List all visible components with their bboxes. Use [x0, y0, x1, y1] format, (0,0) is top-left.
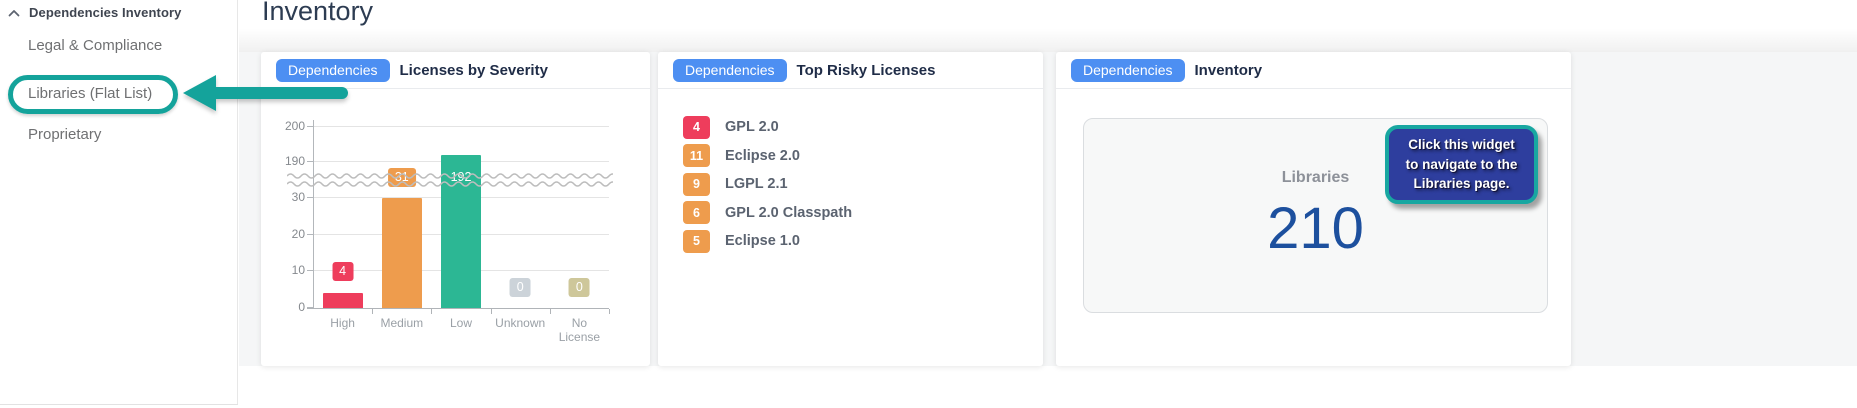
app-root: Dependencies Inventory Legal & Complianc… [0, 0, 1857, 408]
libraries-count-value: 210 [1084, 199, 1547, 260]
sidebar-item-libraries-flat-list[interactable]: Libraries (Flat List) [28, 85, 152, 105]
x-tick [372, 309, 373, 314]
x-tick [431, 309, 432, 314]
x-axis-label: Medium [372, 316, 432, 330]
bar-medium[interactable] [382, 198, 422, 308]
license-count-badge: 4 [683, 116, 710, 139]
license-row[interactable]: 9 LGPL 2.1 [683, 172, 1028, 196]
sidebar-section-title: Dependencies Inventory [29, 5, 181, 20]
tooltip-line: Libraries page. [1413, 174, 1509, 194]
widget-cards-row: Dependencies Licenses by Severity 0 10 20 3… [261, 52, 1571, 366]
y-tick [307, 270, 313, 271]
card-title: Top Risky Licenses [797, 62, 936, 79]
license-count-badge: 9 [683, 173, 710, 196]
y-tick [307, 161, 313, 162]
axis-break-squiggle [287, 170, 613, 192]
license-name: Eclipse 2.0 [725, 148, 800, 164]
license-name: GPL 2.0 Classpath [725, 205, 852, 221]
sidebar-section-header[interactable]: Dependencies Inventory [8, 5, 181, 20]
x-axis-label: High [313, 316, 373, 330]
license-row[interactable]: 5 Eclipse 1.0 [683, 229, 1028, 253]
license-count-badge: 5 [683, 230, 710, 253]
card-title: Inventory [1195, 62, 1263, 79]
page-title: Inventory [262, 0, 373, 27]
license-row[interactable]: 6 GPL 2.0 Classpath [683, 201, 1028, 225]
dependencies-badge: Dependencies [1071, 59, 1185, 82]
header-scroll-shadow [239, 28, 1857, 52]
bar-value-label: 0 [510, 278, 531, 298]
y-tick [307, 307, 313, 308]
chevron-up-icon [8, 9, 20, 17]
card-top-risky-licenses: Dependencies Top Risky Licenses 4 GPL 2.0… [658, 52, 1043, 366]
y-tick [307, 126, 313, 127]
risky-license-list: 4 GPL 2.0 11 Eclipse 2.0 9 LGPL 2.1 6 GPL 2.0 C… [683, 115, 1028, 258]
y-gridline [314, 126, 609, 127]
y-axis-label: 20 [265, 227, 305, 241]
bar-high[interactable] [323, 293, 363, 308]
sidebar: Dependencies Inventory Legal & Complianc… [0, 0, 238, 405]
card-inventory: Dependencies Inventory Libraries 210 Cli… [1056, 52, 1571, 366]
severity-bar-chart: 01020301902004High31Medium192Low0Unknown… [313, 112, 609, 308]
y-axis-label: 30 [265, 190, 305, 204]
license-count-badge: 11 [683, 144, 710, 167]
y-axis-label: 10 [265, 263, 305, 277]
card-licenses-by-severity: Dependencies Licenses by Severity 0 10 20 3… [261, 52, 650, 366]
x-axis-label: Unknown [490, 316, 550, 330]
card-header: Dependencies Top Risky Licenses [658, 52, 1043, 89]
y-axis-line [313, 120, 314, 308]
x-tick [609, 309, 610, 314]
bar-value-label: 0 [569, 278, 590, 298]
x-axis-line [307, 308, 609, 309]
tooltip-line: Click this widget [1408, 135, 1515, 155]
tooltip-line: to navigate to the [1406, 155, 1518, 175]
annotation-tooltip: Click this widget to navigate to the Lib… [1385, 125, 1538, 204]
license-count-badge: 6 [683, 201, 710, 224]
x-axis-label: No License [549, 316, 609, 345]
license-name: Eclipse 1.0 [725, 233, 800, 249]
y-axis-label: 0 [265, 300, 305, 314]
y-tick [307, 197, 313, 198]
license-row[interactable]: 11 Eclipse 2.0 [683, 144, 1028, 168]
card-title: Licenses by Severity [400, 62, 548, 79]
sidebar-item-proprietary[interactable]: Proprietary [28, 126, 101, 146]
sidebar-item-legal-compliance[interactable]: Legal & Compliance [28, 37, 162, 57]
dependencies-badge: Dependencies [276, 59, 390, 82]
x-tick [550, 309, 551, 314]
license-name: GPL 2.0 [725, 119, 779, 135]
bar-value-label: 4 [332, 262, 353, 282]
y-axis-label: 200 [265, 119, 305, 133]
license-name: LGPL 2.1 [725, 176, 788, 192]
x-axis-label: Low [431, 316, 491, 330]
y-tick [307, 234, 313, 235]
x-tick [491, 309, 492, 314]
card-header: Dependencies Licenses by Severity [261, 52, 650, 89]
dependencies-badge: Dependencies [673, 59, 787, 82]
card-header: Dependencies Inventory [1056, 52, 1571, 89]
license-row[interactable]: 4 GPL 2.0 [683, 115, 1028, 139]
sidebar-bottom-divider [0, 404, 238, 405]
y-axis-label: 190 [265, 154, 305, 168]
